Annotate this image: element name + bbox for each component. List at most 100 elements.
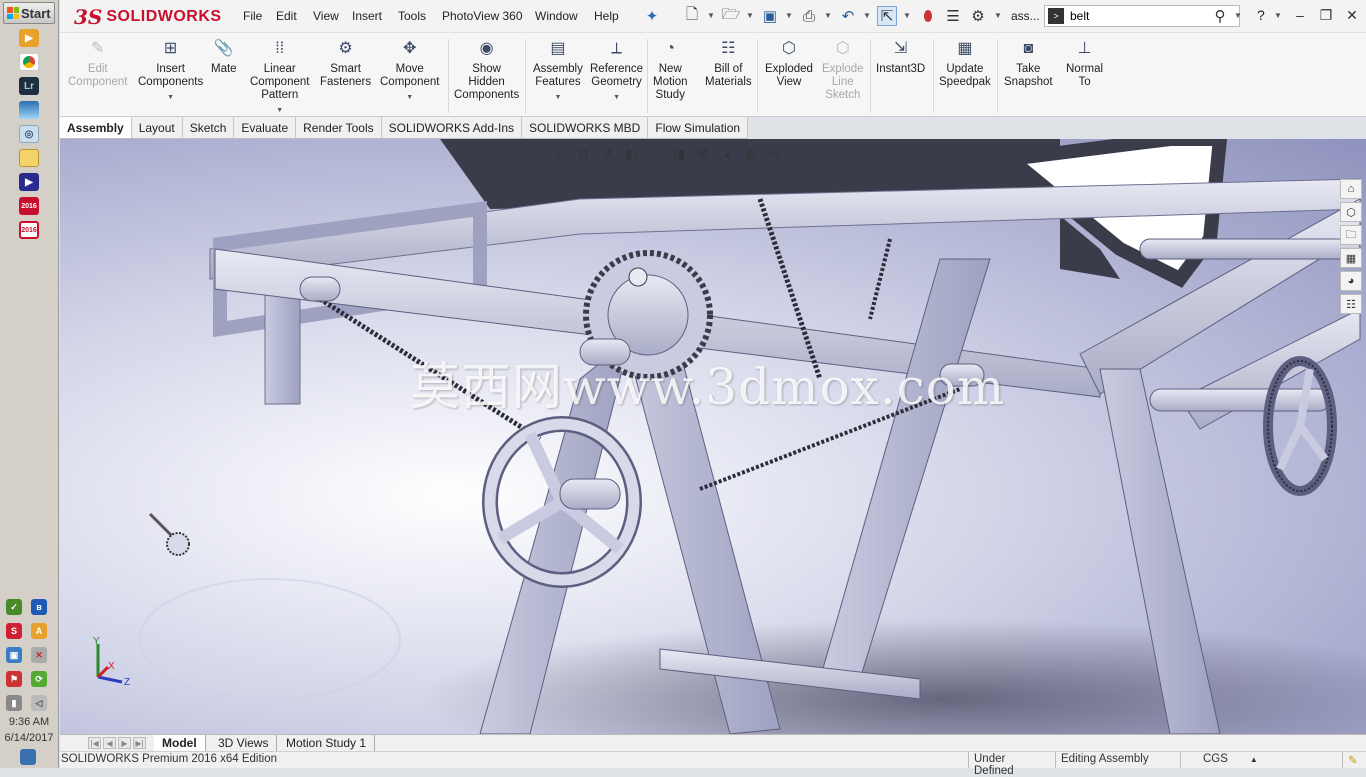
solidworks-2016-icon[interactable]: 2016 — [19, 197, 39, 215]
menu-photoview[interactable]: PhotoView 360 — [442, 9, 523, 23]
power-icon[interactable]: ▮ — [6, 695, 22, 711]
rebuild-icon[interactable]: ⬮ — [918, 6, 938, 26]
show-hidden-button[interactable]: ◉ Show Hidden Components — [454, 37, 519, 102]
print-dropdown-icon[interactable]: ▼ — [824, 11, 832, 20]
display-style-icon[interactable]: ◨ — [670, 145, 688, 163]
view-settings-icon[interactable]: ▭ — [766, 145, 784, 163]
design-library-icon[interactable]: ⬡ — [1340, 202, 1362, 222]
quick-tips-icon[interactable]: ✎ — [1342, 752, 1364, 768]
tray-color-icon[interactable]: A — [31, 623, 47, 639]
search-dropdown-icon[interactable]: ▼ — [1234, 11, 1242, 20]
chrome-icon[interactable] — [19, 53, 39, 71]
tray-sync-icon[interactable]: ⟳ — [31, 671, 47, 687]
undo-icon[interactable]: ↶ — [838, 6, 858, 26]
solidworks-logo[interactable]: 3S SOLIDWORKS — [74, 3, 221, 31]
tab-3d-views[interactable]: 3D Views — [210, 735, 278, 752]
close-icon[interactable]: ✕ — [1342, 7, 1362, 24]
app-icon[interactable]: ◎ — [19, 125, 39, 143]
units-dropdown-icon[interactable]: ▲ — [1250, 755, 1258, 764]
tab-prev-icon[interactable]: ◀ — [103, 737, 116, 749]
tab-last-icon[interactable]: ▶| — [133, 737, 146, 749]
open-icon[interactable]: 🗁 — [721, 6, 741, 26]
zoom-to-fit-icon[interactable]: ⌕ — [550, 145, 568, 163]
move-component-button[interactable]: ✥ Move Component ▼ — [380, 37, 439, 104]
appearances-icon[interactable]: ◕ — [1340, 271, 1362, 291]
tab-sketch[interactable]: Sketch — [183, 117, 235, 138]
reference-geometry-button[interactable]: ⟂ Reference Geometry ▼ — [590, 37, 643, 104]
clock-date[interactable]: 6/14/2017 — [0, 732, 58, 744]
undo-dropdown-icon[interactable]: ▼ — [863, 11, 871, 20]
menu-file[interactable]: File — [243, 9, 262, 23]
smart-fasteners-button[interactable]: ⚙ Smart Fasteners — [320, 37, 371, 89]
instant3d-button[interactable]: ⇲ Instant3D — [876, 37, 925, 76]
save-icon[interactable]: ▣ — [760, 6, 780, 26]
insert-components-button[interactable]: ⊞ Insert Components ▼ — [138, 37, 203, 104]
options-dropdown-icon[interactable]: ▼ — [994, 11, 1002, 20]
show-desktop-icon[interactable] — [20, 749, 36, 765]
zoom-to-area-icon[interactable]: ⊡ — [574, 145, 592, 163]
print-icon[interactable]: ⎙ — [799, 6, 819, 26]
tray-app-icon[interactable]: S — [6, 623, 22, 639]
tray-tool-icon[interactable]: ✕ — [31, 647, 47, 663]
file-properties-icon[interactable]: ☰ — [943, 6, 963, 26]
bluetooth-icon[interactable]: ʙ — [31, 599, 47, 615]
dropdown-arrow-icon[interactable]: ▼ — [167, 91, 174, 104]
explode-line-button[interactable]: ⬡ Explode Line Sketch — [822, 37, 864, 102]
menu-edit[interactable]: Edit — [276, 9, 297, 23]
play-icon[interactable]: ▶ — [19, 173, 39, 191]
assembly-features-button[interactable]: ▤ Assembly Features ▼ — [533, 37, 583, 104]
tab-motion-study[interactable]: Motion Study 1 — [278, 735, 376, 752]
speedpak-button[interactable]: ▦ Update Speedpak — [939, 37, 991, 89]
new-dropdown-icon[interactable]: ▼ — [707, 11, 715, 20]
open-dropdown-icon[interactable]: ▼ — [746, 11, 754, 20]
tab-solidworks-add-ins[interactable]: SOLIDWORKS Add-Ins — [382, 117, 522, 138]
normal-to-button[interactable]: ⊥ Normal To — [1066, 37, 1103, 89]
edit-component-button[interactable]: ✎ Edit Component — [68, 37, 127, 89]
snapshot-button[interactable]: ◙ Take Snapshot — [1004, 37, 1053, 89]
units-selector[interactable]: CGS ▲ — [1180, 752, 1260, 768]
options-gear-icon[interactable]: ⚙ — [968, 6, 988, 26]
section-view-icon[interactable]: ◧ — [622, 145, 640, 163]
menu-view[interactable]: View — [313, 9, 339, 23]
tab-evaluate[interactable]: Evaluate — [234, 117, 297, 138]
hide-show-items-icon[interactable]: 👁 — [694, 145, 712, 163]
select-dropdown-icon[interactable]: ▼ — [903, 11, 911, 20]
custom-properties-icon[interactable]: ☷ — [1340, 294, 1362, 314]
exploded-view-button[interactable]: ⬡ Exploded View — [765, 37, 813, 89]
pin-icon[interactable]: ✦ — [642, 6, 662, 26]
start-button[interactable]: Start — [3, 2, 55, 24]
solidworks-2016-active-icon[interactable]: 2016 — [19, 221, 39, 239]
tab-next-icon[interactable]: ▶ — [118, 737, 131, 749]
previous-view-icon[interactable]: ↺ — [598, 145, 616, 163]
graphics-area[interactable]: Y X Z ⌕ ⊡ ↺ ◧ ⬚ ◨ 👁 ◕ ◍ ▭ 莫西网www.3dmox.c… — [60, 139, 1366, 734]
menu-help[interactable]: Help — [594, 9, 619, 23]
tab-flow-simulation[interactable]: Flow Simulation — [648, 117, 749, 138]
select-icon[interactable]: ⇱ — [877, 6, 897, 26]
linear-pattern-button[interactable]: ⁞⁞ Linear Component Pattern ▼ — [250, 37, 309, 117]
search-input[interactable] — [1070, 9, 1220, 23]
bom-button[interactable]: ☷ Bill of Materials — [705, 37, 752, 89]
mate-button[interactable]: 📎 Mate — [211, 37, 237, 76]
minimize-icon[interactable]: – — [1290, 7, 1310, 23]
folder-icon[interactable] — [19, 149, 39, 167]
help-button[interactable]: ? — [1257, 7, 1265, 23]
save-dropdown-icon[interactable]: ▼ — [785, 11, 793, 20]
view-orientation-icon[interactable]: ⬚ — [646, 145, 664, 163]
tab-solidworks-mbd[interactable]: SOLIDWORKS MBD — [522, 117, 649, 138]
restore-icon[interactable]: ❐ — [1316, 7, 1336, 24]
menu-insert[interactable]: Insert — [352, 9, 382, 23]
dropdown-arrow-icon[interactable]: ▼ — [276, 104, 283, 117]
tab-first-icon[interactable]: |◀ — [88, 737, 101, 749]
photo-viewer-icon[interactable] — [19, 101, 39, 119]
dropdown-arrow-icon[interactable]: ▼ — [554, 91, 561, 104]
tray-security-icon[interactable]: ✓ — [6, 599, 22, 615]
volume-icon[interactable]: ◁ — [31, 695, 47, 711]
tab-layout[interactable]: Layout — [132, 117, 183, 138]
dropdown-arrow-icon[interactable]: ▼ — [406, 91, 413, 104]
view-palette-icon[interactable]: ▦ — [1340, 248, 1362, 268]
file-explorer-icon[interactable]: 🗀 — [1340, 225, 1362, 245]
tab-render-tools[interactable]: Render Tools — [296, 117, 382, 138]
apply-scene-icon[interactable]: ◍ — [742, 145, 760, 163]
motion-study-button[interactable]: ◔ New Motion Study — [653, 37, 688, 102]
media-player-icon[interactable]: ▶ — [19, 29, 39, 47]
